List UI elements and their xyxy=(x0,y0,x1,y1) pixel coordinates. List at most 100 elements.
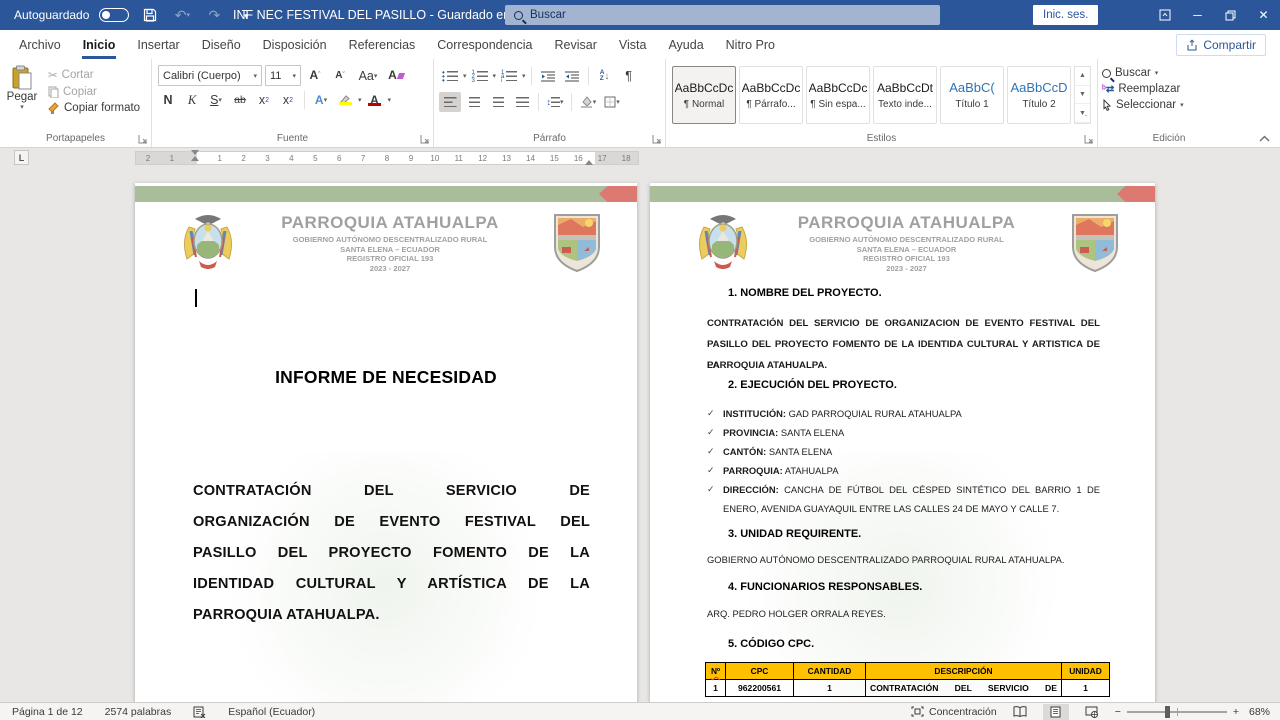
bullets-icon: ••• xyxy=(442,71,458,82)
align-left-button[interactable] xyxy=(439,92,461,112)
paste-button[interactable]: Pegar ▾ xyxy=(0,63,44,116)
share-button[interactable]: Compartir xyxy=(1176,34,1266,56)
clipboard-dialog-launcher-icon[interactable] xyxy=(138,134,148,144)
tab-ayuda[interactable]: Ayuda xyxy=(657,30,714,59)
text-effects-button[interactable]: A▾ xyxy=(310,90,332,110)
tab-vista[interactable]: Vista xyxy=(608,30,658,59)
title-bar: Autoguardado ↶▾ ↷ ▾ INF NEC FESTIVAL DEL… xyxy=(0,0,1280,30)
save-icon[interactable] xyxy=(139,5,161,25)
bullets-button[interactable]: ••• xyxy=(439,66,461,86)
font-size-select[interactable]: 11▾ xyxy=(265,65,301,86)
collapse-ribbon-icon[interactable] xyxy=(1259,135,1270,142)
style-parrafo[interactable]: AaBbCcDc¶ Párrafo... xyxy=(739,66,803,124)
style-titulo-1[interactable]: AaBbC(Título 1 xyxy=(940,66,1004,124)
sign-in-button[interactable]: Inic. ses. xyxy=(1033,5,1098,25)
undo-icon[interactable]: ↶▾ xyxy=(171,5,193,25)
style-texto-independiente[interactable]: AaBbCcDtTexto inde... xyxy=(873,66,937,124)
tab-archivo[interactable]: Archivo xyxy=(8,30,72,59)
proofing-errors-icon[interactable] xyxy=(193,706,206,718)
borders-button[interactable]: ▾ xyxy=(601,92,623,112)
increase-indent-button[interactable] xyxy=(561,66,583,86)
styles-more-icon[interactable]: ▼̱ xyxy=(1075,104,1090,123)
read-mode-button[interactable] xyxy=(1007,704,1033,720)
tab-referencias[interactable]: Referencias xyxy=(338,30,427,59)
tab-nitro-pro[interactable]: Nitro Pro xyxy=(715,30,786,59)
show-marks-button[interactable]: ¶ xyxy=(618,66,640,86)
tab-inicio[interactable]: Inicio xyxy=(72,30,127,59)
group-styles: AaBbCcDc¶ Normal AaBbCcDc¶ Párrafo... Aa… xyxy=(666,59,1098,147)
tab-selector[interactable]: L xyxy=(14,150,29,165)
zoom-in-icon[interactable]: + xyxy=(1233,706,1239,718)
shrink-font-button[interactable]: Aˇ xyxy=(329,66,351,86)
horizontal-ruler[interactable]: 21123456789101112131415161718 xyxy=(135,151,639,165)
grow-font-button[interactable]: Aˆ xyxy=(304,66,326,86)
subscript-button[interactable]: x2 xyxy=(253,90,275,110)
web-layout-button[interactable] xyxy=(1079,704,1105,720)
search-box[interactable]: Buscar xyxy=(505,5,940,25)
header-band xyxy=(135,186,637,202)
styles-scroll-down-icon[interactable]: ▼ xyxy=(1075,86,1090,105)
find-button[interactable]: Buscar▾ xyxy=(1098,65,1240,81)
change-case-button[interactable]: Aa▾ xyxy=(354,66,382,86)
tab-insertar[interactable]: Insertar xyxy=(126,30,190,59)
outdent-icon xyxy=(541,71,555,82)
font-color-button[interactable]: A xyxy=(364,90,386,110)
styles-dialog-launcher-icon[interactable] xyxy=(1084,134,1094,144)
align-center-button[interactable] xyxy=(463,92,485,112)
tab-correspondencia[interactable]: Correspondencia xyxy=(426,30,543,59)
format-painter-button[interactable]: Copiar formato xyxy=(44,100,144,116)
page-2[interactable]: PARROQUIA ATAHUALPA GOBIERNO AUTÓNOMO DE… xyxy=(650,183,1155,702)
highlight-button[interactable] xyxy=(334,90,356,110)
autosave-toggle[interactable] xyxy=(99,8,129,22)
tab-diseno[interactable]: Diseño xyxy=(191,30,252,59)
focus-mode-button[interactable]: Concentración xyxy=(911,706,997,718)
paragraph-dialog-launcher-icon[interactable] xyxy=(652,134,662,144)
tab-revisar[interactable]: Revisar xyxy=(543,30,607,59)
restore-button[interactable] xyxy=(1214,0,1247,30)
redo-icon[interactable]: ↷ xyxy=(203,5,225,25)
right-indent-marker[interactable] xyxy=(585,160,593,165)
zoom-out-icon[interactable]: − xyxy=(1115,706,1121,718)
superscript-button[interactable]: x2 xyxy=(277,90,299,110)
group-font: Calibri (Cuerpo)▾ 11▾ Aˆ Aˇ Aa▾ A N K S▾… xyxy=(152,59,434,147)
italic-button[interactable]: K xyxy=(181,90,203,110)
page-header: PARROQUIA ATAHUALPA GOBIERNO AUTÓNOMO DE… xyxy=(650,209,1155,293)
justify-button[interactable] xyxy=(511,92,533,112)
styles-scroll-up-icon[interactable]: ▲ xyxy=(1075,67,1090,86)
page-indicator[interactable]: Página 1 de 12 xyxy=(12,706,83,718)
shading-button[interactable]: ▾ xyxy=(577,92,599,112)
numbering-button[interactable]: 123 xyxy=(469,66,491,86)
select-button[interactable]: Seleccionar▾ xyxy=(1098,97,1240,113)
strikethrough-button[interactable]: ab xyxy=(229,90,251,110)
sort-button[interactable]: AZ↓ xyxy=(594,66,616,86)
replace-button[interactable]: ᵇ⇄ Reemplazar xyxy=(1098,81,1240,97)
line-spacing-button[interactable]: ↕▾ xyxy=(544,92,566,112)
underline-button[interactable]: S▾ xyxy=(205,90,227,110)
style-normal[interactable]: AaBbCcDc¶ Normal xyxy=(672,66,736,124)
cut-button[interactable]: ✂Cortar xyxy=(44,66,144,84)
zoom-slider[interactable]: − + xyxy=(1115,706,1239,718)
page-1[interactable]: PARROQUIA ATAHUALPA GOBIERNO AUTÓNOMO DE… xyxy=(135,183,637,702)
clear-formatting-button[interactable]: A xyxy=(385,66,407,86)
search-placeholder: Buscar xyxy=(530,9,566,21)
ribbon-display-options-icon[interactable] xyxy=(1148,0,1181,30)
font-family-select[interactable]: Calibri (Cuerpo)▾ xyxy=(158,65,262,86)
style-titulo-2[interactable]: AaBbCcDTítulo 2 xyxy=(1007,66,1071,124)
print-layout-button[interactable] xyxy=(1043,704,1069,720)
bold-button[interactable]: N xyxy=(157,90,179,110)
multilevel-list-button[interactable]: 1ai xyxy=(498,66,520,86)
header-subtitle: GOBIERNO AUTÓNOMO DESCENTRALIZADO RURAL … xyxy=(750,235,1063,273)
zoom-thumb[interactable] xyxy=(1165,706,1170,718)
align-right-button[interactable] xyxy=(487,92,509,112)
zoom-level[interactable]: 68% xyxy=(1249,706,1270,718)
word-count[interactable]: 2574 palabras xyxy=(105,706,172,718)
copy-button[interactable]: Copiar xyxy=(44,84,144,100)
indent-markers[interactable] xyxy=(191,150,199,164)
language-indicator[interactable]: Español (Ecuador) xyxy=(228,706,315,718)
decrease-indent-button[interactable] xyxy=(537,66,559,86)
minimize-button[interactable]: ─ xyxy=(1181,0,1214,30)
style-sin-espaciado[interactable]: AaBbCcDc¶ Sin espa... xyxy=(806,66,870,124)
close-button[interactable]: ✕ xyxy=(1247,0,1280,30)
tab-disposicion[interactable]: Disposición xyxy=(252,30,338,59)
font-dialog-launcher-icon[interactable] xyxy=(420,134,430,144)
